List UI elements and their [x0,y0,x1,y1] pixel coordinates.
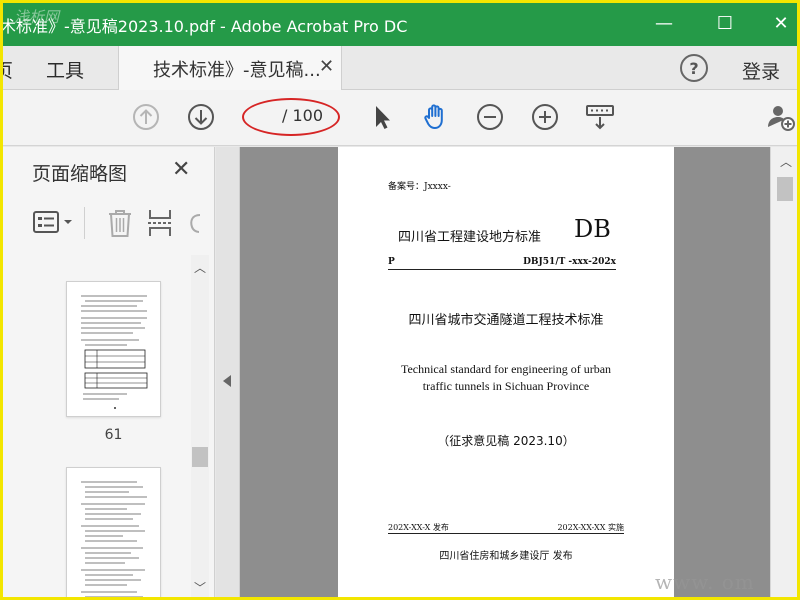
thumbnail-page-label: 61 [104,427,123,443]
hand-tool-icon[interactable] [420,101,452,133]
watermark-logo: 浅析网 [14,8,60,26]
panel-collapse-strip[interactable] [216,147,240,600]
options-menu-icon[interactable] [32,209,76,237]
maximize-button[interactable]: ☐ [707,8,743,38]
implement-date: 202X-XX-XX 实施 [557,523,624,532]
login-button[interactable]: 登录 [742,57,780,84]
scrollbar-thumb[interactable] [777,177,793,201]
scrollbar-thumb[interactable] [192,447,208,467]
chevron-down-icon[interactable]: ﹀ [192,579,208,596]
tab-document-label: 技术标准》-意见稿... [153,60,321,81]
title-english-line1: Technical standard for engineering of ur… [400,362,612,376]
close-window-button[interactable]: ✕ [763,8,799,38]
pdf-page: 备案号：Jxxxx- 四川省工程建设地方标准 DB P DBJ51/T -xxx… [338,147,674,600]
zoom-in-icon[interactable] [529,101,561,133]
select-pointer-icon[interactable] [366,101,398,133]
toolbar-divider [84,207,85,239]
footer-rule [388,533,624,534]
title-english: Technical standard for engineering of ur… [338,361,674,395]
thumbnail-page-61[interactable] [66,281,161,417]
scroll-mode-icon[interactable] [584,101,616,133]
standard-type: 四川省工程建设地方标准 [398,230,542,245]
tab-bar: 页 工具 技术标准》-意见稿... ✕ ? 登录 [0,46,800,90]
record-number: 备案号：Jxxxx- [388,182,451,192]
draft-note: （征求意见稿 2023.10） [437,434,575,448]
thumbnail-content [81,295,148,409]
title-bar: 术标准》-意见稿2023.10.pdf - Adobe Acrobat Pro … [0,0,800,46]
panel-title: 页面缩略图 [32,163,128,185]
collapse-left-icon[interactable] [223,375,231,387]
highlight-oval [242,98,340,136]
publish-date: 202X-XX-X 发布 [388,523,449,532]
tab-home-partial[interactable]: 页 [0,56,13,83]
insert-page-icon[interactable] [146,207,174,239]
db-mark: DB [574,215,611,243]
next-page-icon[interactable] [185,101,217,133]
delete-page-icon[interactable] [106,207,134,239]
thumbnail-content [81,481,147,598]
category-mark: P [388,257,395,267]
prev-page-icon[interactable] [130,101,162,133]
document-view: 备案号：Jxxxx- 四川省工程建设地方标准 DB P DBJ51/T -xxx… [216,147,800,600]
chevron-up-icon[interactable]: ︿ [192,259,208,276]
tab-tools[interactable]: 工具 [46,56,84,83]
standard-code: DBJ51/T -xxx-202x [523,257,616,267]
chevron-up-icon[interactable]: ︿ [778,153,794,170]
title-english-line2: traffic tunnels in Sichuan Province [422,379,590,393]
watermark-url: www. om [655,570,755,594]
thumbnail-page-62[interactable] [66,467,161,600]
tab-close-icon[interactable]: ✕ [319,56,334,77]
toolbar: / 100 [0,90,800,146]
minimize-button[interactable]: — [646,8,682,38]
document-scrollbar[interactable]: ︿ [770,147,800,600]
issuer: 四川省住房和城乡建设厅 发布 [439,551,573,562]
thumbnails-panel: 页面缩略图 ✕ 61 ︿ ﹀ [0,147,215,600]
header-rule [388,269,616,270]
tab-document[interactable]: 技术标准》-意见稿... ✕ [118,46,342,90]
thumbnail-scrollbar[interactable]: ︿ ﹀ [191,255,209,600]
thumbnail-list: 61 ︿ ﹀ [0,255,215,600]
help-icon[interactable]: ? [680,54,708,82]
window-title: 术标准》-意见稿2023.10.pdf - Adobe Acrobat Pro … [0,17,408,36]
rotate-page-icon[interactable] [186,207,202,239]
zoom-out-icon[interactable] [474,101,506,133]
panel-close-icon[interactable]: ✕ [172,157,190,182]
panel-toolbar [0,199,215,251]
title-chinese: 四川省城市交通隧道工程技术标准 [408,313,604,328]
share-user-icon[interactable] [764,101,796,133]
